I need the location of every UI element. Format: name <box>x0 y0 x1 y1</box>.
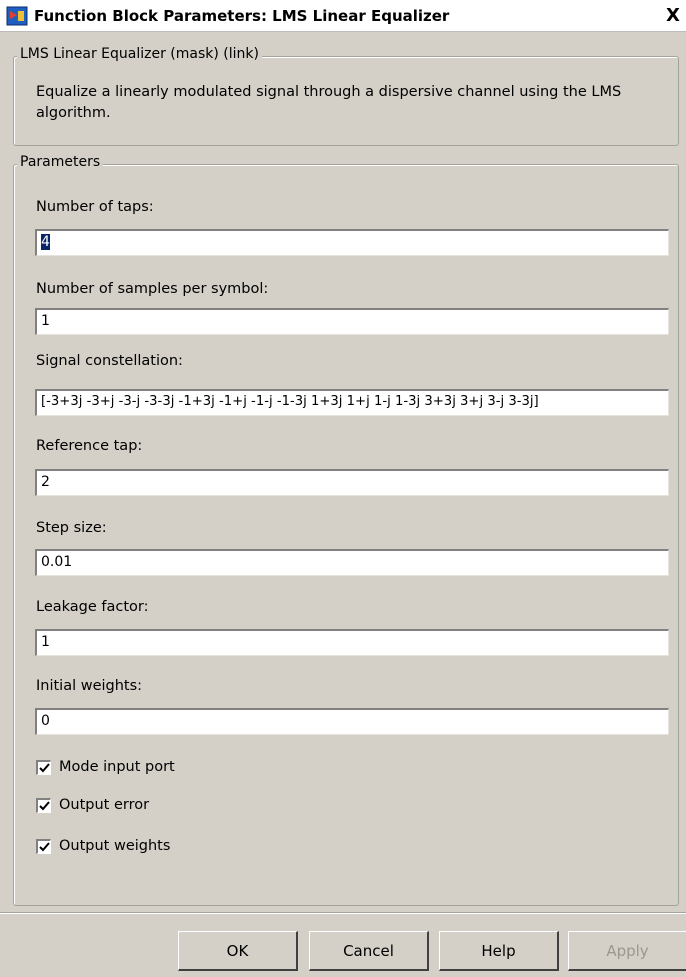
samples-per-symbol-label: Number of samples per symbol: <box>36 281 269 297</box>
step-size-value: 0.01 <box>41 554 73 570</box>
output-error-checkbox[interactable] <box>36 797 51 813</box>
leakage-factor-label: Leakage factor: <box>36 599 149 615</box>
signal-constellation-label: Signal constellation: <box>36 353 183 369</box>
number-of-taps-input[interactable]: 4 <box>35 229 669 256</box>
reference-tap-value: 2 <box>41 474 50 490</box>
mode-input-port-checkbox-row[interactable]: Mode input port <box>36 759 175 775</box>
description-line-2: algorithm. <box>36 105 111 121</box>
output-weights-checkbox-row[interactable]: Output weights <box>36 838 170 854</box>
initial-weights-label: Initial weights: <box>36 678 143 694</box>
apply-button[interactable]: Apply <box>568 931 686 971</box>
reference-tap-label: Reference tap: <box>36 438 143 454</box>
button-separator <box>0 912 686 914</box>
initial-weights-value: 0 <box>41 713 50 729</box>
checkmark-icon <box>39 800 50 810</box>
mask-group-legend: LMS Linear Equalizer (mask) (link) <box>17 46 262 62</box>
close-icon: X <box>666 4 680 26</box>
output-weights-checkbox[interactable] <box>36 838 51 854</box>
number-of-taps-value: 4 <box>41 234 50 250</box>
block-description: Equalize a linearly modulated signal thr… <box>36 82 621 124</box>
ok-button[interactable]: OK <box>178 931 298 971</box>
step-size-label: Step size: <box>36 520 107 536</box>
checkmark-icon <box>39 841 50 851</box>
step-size-input[interactable]: 0.01 <box>35 549 669 576</box>
leakage-factor-input[interactable]: 1 <box>35 629 669 656</box>
reference-tap-input[interactable]: 2 <box>35 469 669 496</box>
cancel-button[interactable]: Cancel <box>309 931 429 971</box>
title-bar: Function Block Parameters: LMS Linear Eq… <box>0 0 686 32</box>
samples-per-symbol-input[interactable]: 1 <box>35 308 669 335</box>
leakage-factor-value: 1 <box>41 634 50 650</box>
output-error-label: Output error <box>59 797 150 813</box>
simulink-block-icon <box>6 5 28 27</box>
parameters-group-legend: Parameters <box>17 154 104 170</box>
checkmark-icon <box>39 762 50 772</box>
description-line-1: Equalize a linearly modulated signal thr… <box>36 84 622 100</box>
close-button[interactable]: X <box>660 2 686 28</box>
samples-per-symbol-value: 1 <box>41 313 50 329</box>
number-of-taps-label: Number of taps: <box>36 199 154 215</box>
window-title: Function Block Parameters: LMS Linear Eq… <box>34 6 450 25</box>
signal-constellation-input[interactable]: [-3+3j -3+j -3-j -3-3j -1+3j -1+j -1-j -… <box>35 389 669 416</box>
initial-weights-input[interactable]: 0 <box>35 708 669 735</box>
mode-input-port-label: Mode input port <box>59 759 175 775</box>
signal-constellation-value: [-3+3j -3+j -3-j -3-3j -1+3j -1+j -1-j -… <box>41 394 539 409</box>
output-error-checkbox-row[interactable]: Output error <box>36 797 149 813</box>
parameters-group <box>13 164 679 906</box>
output-weights-label: Output weights <box>59 838 171 854</box>
help-button[interactable]: Help <box>439 931 559 971</box>
mode-input-port-checkbox[interactable] <box>36 759 51 775</box>
